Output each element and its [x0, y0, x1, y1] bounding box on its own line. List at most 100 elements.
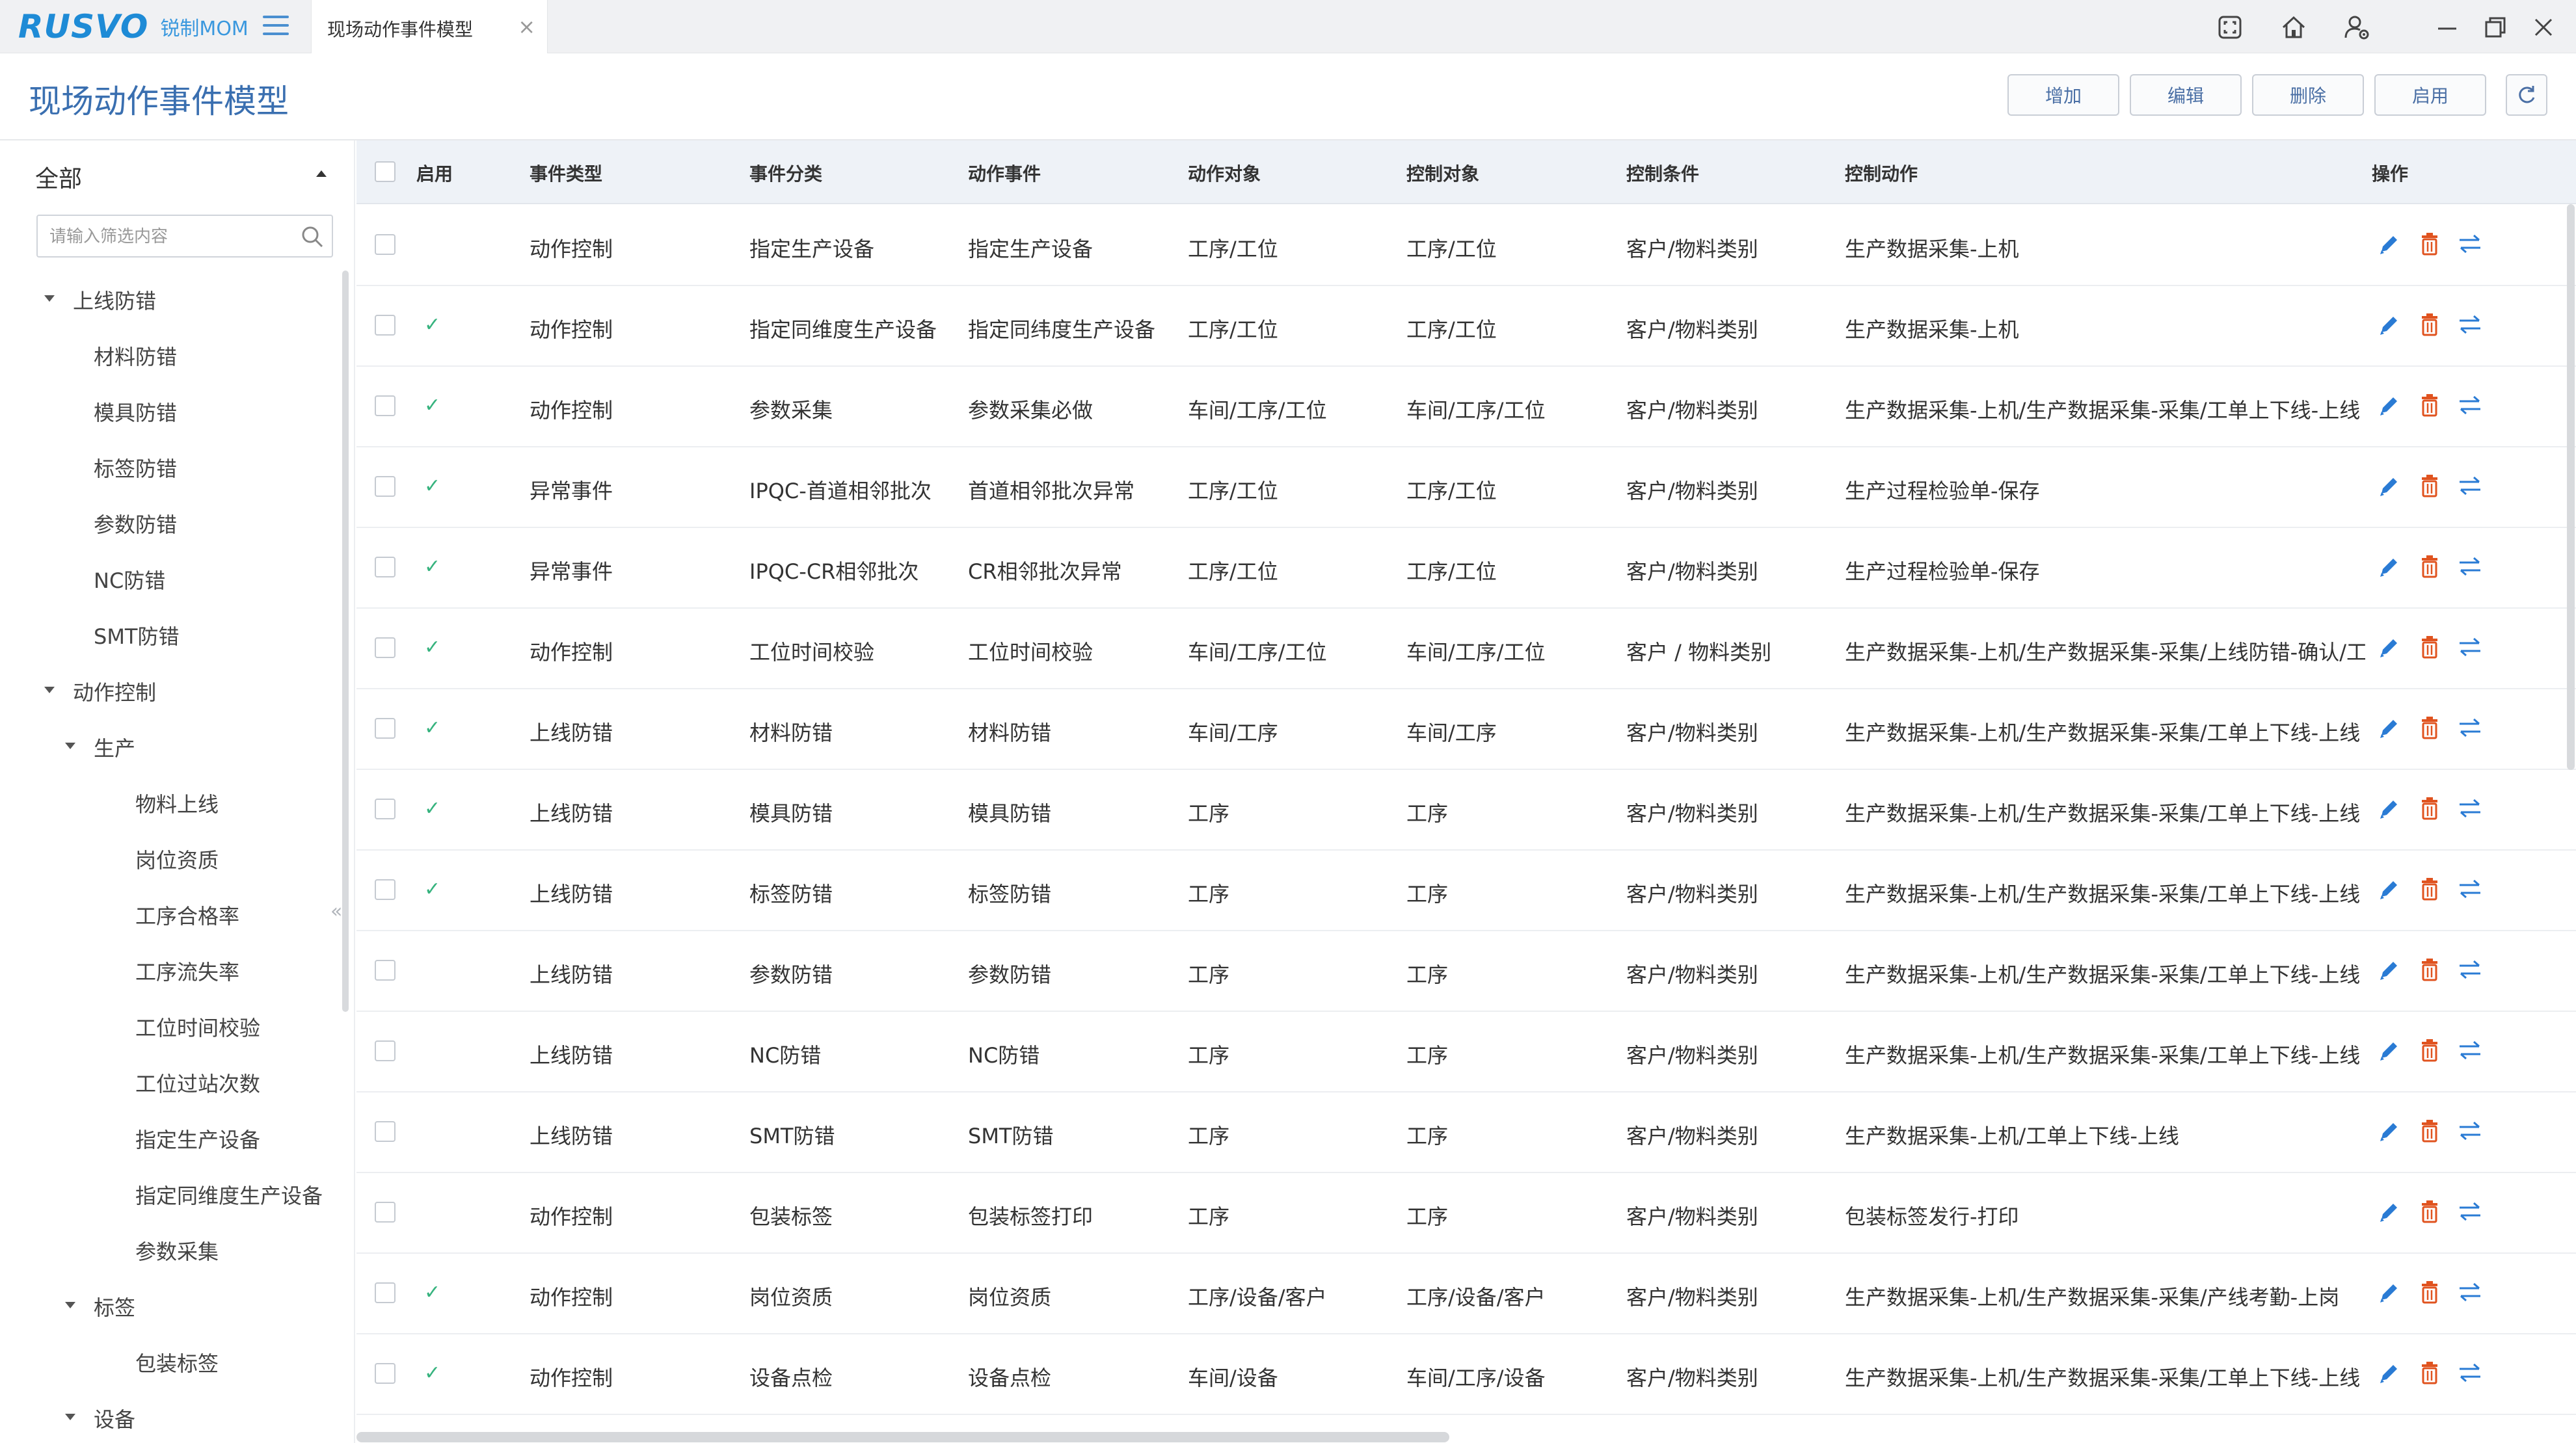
swap-icon[interactable] [2454, 1357, 2486, 1389]
swap-icon[interactable] [2454, 308, 2486, 341]
table-row[interactable]: ✓ 动作控制 工位时间校验 工位时间校验 车间/工序/工位 车间/工序/工位 客户 / 物料… [356, 609, 2576, 689]
swap-icon[interactable] [2454, 711, 2486, 744]
close-window-icon[interactable] [2528, 12, 2559, 43]
swap-icon[interactable] [2454, 631, 2486, 663]
column-header[interactable]: 操作 [2372, 160, 2408, 186]
table-horizontal-scrollbar[interactable] [356, 1432, 1449, 1442]
table-row[interactable]: 动作控制 包装标签 包装标签打印 工序 工序 客户/物料类别 包装标签发行-打印 [356, 1173, 2576, 1254]
tree-node[interactable]: 标签 [94, 1291, 135, 1321]
swap-icon[interactable] [2454, 228, 2486, 260]
table-row[interactable]: ✓ 异常事件 IPQC-首道相邻批次 首道相邻批次异常 工序/工位 工序/工位 客户/物料类… [356, 447, 2576, 528]
column-header[interactable]: 事件分类 [749, 160, 822, 186]
table-vertical-scrollbar[interactable] [2567, 204, 2575, 770]
delete-icon[interactable] [2413, 711, 2446, 744]
add-button[interactable]: 增加 [2007, 74, 2119, 116]
tree-node[interactable]: 包装标签 [135, 1347, 219, 1377]
edit-icon[interactable] [2373, 1195, 2406, 1228]
table-row[interactable]: 上线防错 参数防错 参数防错 工序 工序 客户/物料类别 生产数据采集-上机/生产数据采集-… [356, 931, 2576, 1012]
table-row[interactable]: ✓ 动作控制 参数采集 参数采集必做 车间/工序/工位 车间/工序/工位 客户/物料类别 生产… [356, 367, 2576, 447]
row-checkbox[interactable] [375, 315, 396, 336]
tree-node[interactable]: 动作控制 [73, 676, 156, 706]
swap-icon[interactable] [2454, 1034, 2486, 1066]
collapse-sidebar-icon[interactable]: « [330, 900, 342, 923]
tree-search-box[interactable] [36, 215, 333, 258]
table-row[interactable]: ✓ 上线防错 材料防错 材料防错 车间/工序 车间/工序 客户/物料类别 生产数据采集-上机/… [356, 689, 2576, 770]
row-checkbox[interactable] [375, 1121, 396, 1142]
column-header[interactable]: 动作事件 [968, 160, 1041, 186]
tree-node[interactable]: 工位时间校验 [135, 1012, 260, 1042]
row-checkbox[interactable] [375, 476, 396, 497]
sidebar-scrollbar[interactable] [342, 271, 349, 1012]
edit-icon[interactable] [2373, 389, 2406, 421]
swap-icon[interactable] [2454, 1276, 2486, 1308]
delete-icon[interactable] [2413, 1357, 2446, 1389]
tree-expand-arrow-icon[interactable] [65, 1302, 75, 1308]
edit-icon[interactable] [2373, 1357, 2406, 1389]
row-checkbox[interactable] [375, 395, 396, 416]
tree-node[interactable]: 上线防错 [73, 285, 156, 315]
delete-icon[interactable] [2413, 1276, 2446, 1308]
restore-icon[interactable] [2480, 12, 2511, 43]
table-row[interactable]: 上线防错 NC防错 NC防错 工序 工序 客户/物料类别 生产数据采集-上机/生产数据采集-… [356, 1012, 2576, 1092]
refresh-button[interactable] [2506, 74, 2547, 116]
tree-node[interactable]: 工序合格率 [135, 900, 239, 930]
delete-icon[interactable] [2413, 308, 2446, 341]
tree-node[interactable]: 物料上线 [135, 788, 219, 818]
column-header[interactable]: 动作对象 [1188, 160, 1261, 186]
delete-icon[interactable] [2413, 550, 2446, 583]
column-header[interactable]: 启用 [416, 160, 453, 186]
home-icon[interactable] [2278, 12, 2309, 43]
search-icon[interactable] [299, 224, 325, 250]
tree-expand-arrow-icon[interactable] [44, 687, 55, 693]
delete-icon[interactable] [2413, 1195, 2446, 1228]
tree-node[interactable]: SMT防错 [94, 620, 179, 650]
swap-icon[interactable] [2454, 1195, 2486, 1228]
table-row[interactable]: ✓ 上线防错 标签防错 标签防错 工序 工序 客户/物料类别 生产数据采集-上机/生产数据采集… [356, 851, 2576, 931]
swap-icon[interactable] [2454, 792, 2486, 825]
row-checkbox[interactable] [375, 799, 396, 819]
swap-icon[interactable] [2454, 873, 2486, 905]
swap-icon[interactable] [2454, 1115, 2486, 1147]
tree-node[interactable]: 工位过站次数 [135, 1068, 260, 1098]
swap-icon[interactable] [2454, 470, 2486, 502]
edit-icon[interactable] [2373, 470, 2406, 502]
row-checkbox[interactable] [375, 234, 396, 255]
row-checkbox[interactable] [375, 1040, 396, 1061]
edit-icon[interactable] [2373, 953, 2406, 986]
column-header[interactable]: 控制条件 [1626, 160, 1699, 186]
delete-icon[interactable] [2413, 470, 2446, 502]
tree-node[interactable]: 岗位资质 [135, 844, 219, 874]
delete-icon[interactable] [2413, 389, 2446, 421]
table-row[interactable]: ✓ 动作控制 指定同维度生产设备 指定同纬度生产设备 工序/工位 工序/工位 客户/物料类别… [356, 286, 2576, 367]
delete-icon[interactable] [2413, 228, 2446, 260]
tree-node[interactable]: 指定同维度生产设备 [135, 1180, 323, 1210]
column-header[interactable]: 事件类型 [530, 160, 602, 186]
collapse-caret-icon[interactable] [316, 170, 327, 177]
user-settings-icon[interactable] [2342, 12, 2373, 43]
edit-icon[interactable] [2373, 711, 2406, 744]
tree-expand-arrow-icon[interactable] [65, 743, 75, 749]
edit-icon[interactable] [2373, 792, 2406, 825]
edit-icon[interactable] [2373, 550, 2406, 583]
edit-button[interactable]: 编辑 [2130, 74, 2242, 116]
swap-icon[interactable] [2454, 389, 2486, 421]
table-row[interactable]: ✓ 动作控制 设备点检 设备点检 车间/设备 车间/工序/设备 客户/物料类别 生产数据采集-… [356, 1334, 2576, 1415]
minimize-icon[interactable] [2432, 12, 2463, 43]
delete-icon[interactable] [2413, 1115, 2446, 1147]
tree-node[interactable]: 模具防错 [94, 397, 177, 427]
tree-node[interactable]: NC防错 [94, 564, 165, 594]
swap-icon[interactable] [2454, 550, 2486, 583]
delete-icon[interactable] [2413, 873, 2446, 905]
tree-node[interactable]: 生产 [94, 732, 135, 762]
table-row[interactable]: 上线防错 SMT防错 SMT防错 工序 工序 客户/物料类别 生产数据采集-上机/工单上下线… [356, 1092, 2576, 1173]
edit-icon[interactable] [2373, 1276, 2406, 1308]
delete-button[interactable]: 删除 [2252, 74, 2364, 116]
tree-root-all[interactable]: 全部 [35, 160, 82, 194]
row-checkbox[interactable] [375, 637, 396, 658]
menu-toggle-icon[interactable] [263, 16, 289, 39]
table-row[interactable]: ✓ 异常事件 IPQC-CR相邻批次 CR相邻批次异常 工序/工位 工序/工位 客户/物料类… [356, 528, 2576, 609]
column-header[interactable]: 控制对象 [1406, 160, 1479, 186]
column-header[interactable]: 控制动作 [1845, 160, 1918, 186]
delete-icon[interactable] [2413, 631, 2446, 663]
table-row[interactable]: ✓ 动作控制 岗位资质 岗位资质 工序/设备/客户 工序/设备/客户 客户/物料类别 生产数据… [356, 1254, 2576, 1334]
